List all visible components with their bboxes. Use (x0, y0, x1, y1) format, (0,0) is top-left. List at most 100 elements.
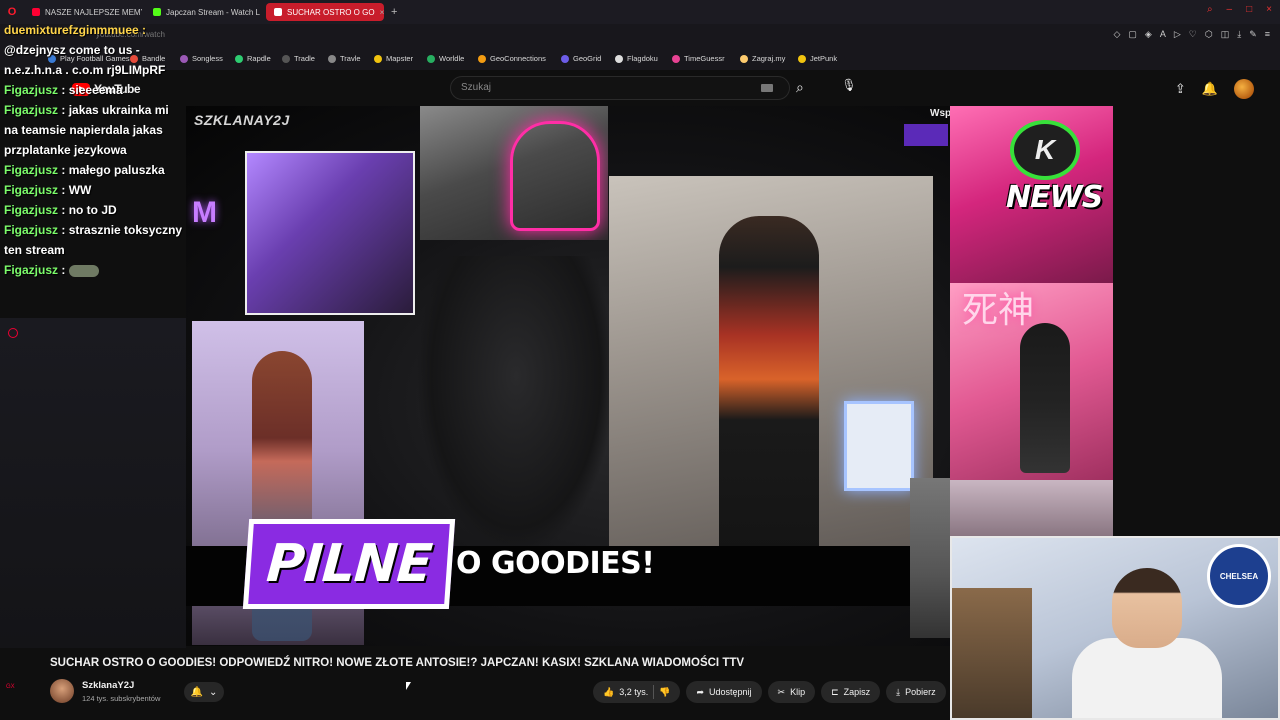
chat-message: Figazjusz : małego paluszka (4, 163, 165, 177)
subscribed-bell-button[interactable]: 🔔 ⌄ (184, 682, 224, 702)
clip-button[interactable]: ✂ Klip (767, 681, 816, 703)
opera-logo-icon[interactable]: O (0, 6, 24, 18)
pilne-banner: PILNE (242, 519, 456, 609)
tab-label: NASZE NAJLEPSZE MEMY (45, 7, 142, 17)
gaming-chair (416, 256, 616, 556)
video-title: SUCHAR OSTRO O GOODIES! ODPOWIEDŹ NITRO!… (50, 657, 745, 669)
cast-icon[interactable]: ▷ (1174, 29, 1181, 40)
bookmark-icon (478, 54, 486, 63)
bookmark-item[interactable]: Travle (328, 54, 361, 63)
webcam-pink-room: 死神 (950, 283, 1113, 480)
chat-username: Figazjusz (4, 223, 59, 237)
close-window-icon[interactable]: × (1266, 4, 1272, 15)
mouse-cursor-icon (406, 682, 411, 690)
snapshot-icon[interactable]: ▢ (1128, 29, 1137, 40)
bookmark-item[interactable]: GeoGrid (561, 54, 601, 63)
download-icon[interactable]: ⤓ (1237, 29, 1241, 40)
chat-message: Figazjusz : no to JD (4, 203, 117, 217)
bookmark-item[interactable]: JetPunk (798, 54, 837, 63)
youtube-favicon-icon (32, 8, 40, 16)
upload-icon[interactable]: ⇪ (1175, 81, 1186, 97)
share-button[interactable]: ➦ Udostępnij (686, 681, 762, 703)
bookmark-item[interactable]: Tradle (282, 54, 315, 63)
microphone-icon[interactable]: 🎙 (840, 78, 858, 96)
translate-icon[interactable]: A (1160, 29, 1166, 40)
video-actions: 👍 3,2 tys. 👎 ➦ Udostępnij ✂ Klip ⊏ Zapis… (593, 681, 946, 703)
news-overlay: K NEWS (950, 106, 1113, 283)
sidebar-icon[interactable] (8, 328, 18, 338)
browser-tab-1[interactable]: NASZE NAJLEPSZE MEMY (24, 3, 142, 21)
bookmark-item[interactable]: GeoConnections (478, 54, 546, 63)
divider (653, 685, 655, 699)
chat-text: sieeeema (68, 83, 123, 97)
youtube-favicon-icon (274, 8, 282, 16)
bookmark-icon[interactable]: ◇ (1113, 29, 1120, 40)
close-tab-icon[interactable]: × (380, 8, 384, 17)
bookmark-item[interactable]: Zagraj.my (740, 54, 785, 63)
tab-label: Japczan Stream - Watch L (166, 7, 260, 17)
bookmark-item[interactable]: Rapdle (235, 54, 271, 63)
notifications-bell-icon[interactable]: 🔔 (1202, 81, 1218, 97)
chat-text: @dzejnysz come to us - n.e.z.h.n.a . c.o… (4, 43, 166, 77)
streamer-figure (1020, 323, 1070, 473)
kick-favicon-icon (153, 8, 161, 16)
bookmark-item[interactable]: Flagdoku (615, 54, 658, 63)
webcam-overlay-2 (420, 106, 608, 240)
channel-avatar[interactable] (50, 679, 74, 703)
bookmark-item[interactable]: Worldle (427, 54, 464, 63)
browser-tab-2[interactable]: Japczan Stream - Watch L (145, 3, 263, 21)
chat-message: Figazjusz : strasznie toksyczny ten stre… (4, 223, 183, 257)
channel-watermark: SZKLANAY2J (194, 112, 290, 128)
heart-icon[interactable]: ♡ (1189, 29, 1197, 40)
news-logo-icon: K (1010, 120, 1080, 180)
extensions-icon[interactable]: ⬡ (1205, 29, 1213, 40)
minimize-icon[interactable]: – (1227, 4, 1233, 15)
search-icon[interactable]: ⌕ (796, 79, 804, 96)
left-sidebar (0, 318, 186, 648)
account-avatar[interactable] (1234, 79, 1254, 99)
chat-username: Figazjusz (4, 263, 59, 277)
dancing-streamer-figure (719, 216, 819, 556)
bookmark-icon (282, 54, 290, 63)
bookmark-item[interactable]: TimeGuessr (672, 54, 725, 63)
video-player[interactable]: SZKLANAY2J M Wsp PILNE O GOODIES! (186, 106, 950, 646)
streamer-webcam: CHELSEA (950, 536, 1280, 720)
m-logo-icon: M (192, 196, 217, 229)
keyboard-icon[interactable] (761, 84, 773, 92)
streamer-head (1112, 568, 1182, 648)
neon-kanji-sign: 死神 (962, 290, 1035, 331)
save-button[interactable]: ⊏ Zapisz (821, 681, 881, 703)
like-dislike-button[interactable]: 👍 3,2 tys. 👎 (593, 681, 681, 703)
maximize-icon[interactable]: □ (1246, 4, 1252, 15)
chat-text: małego paluszka (68, 163, 165, 177)
scissors-icon: ✂ (777, 686, 786, 697)
search-tabs-icon[interactable]: ⌕ (1207, 4, 1213, 15)
new-tab-button[interactable]: + (387, 6, 401, 18)
sidebar-badge: GX (6, 684, 15, 690)
webcam-overlay-1 (245, 151, 415, 315)
window-controls: ⌕ – □ × (1207, 4, 1272, 15)
chat-message: Figazjusz : (0, 260, 188, 280)
address-bar: youtube.com/watch ◇ ▢ ◈ A ▷ ♡ ⬡ ◫ ⤓ ✎ ≡ (0, 24, 1280, 48)
bookmark-icon (427, 54, 435, 63)
menu-icon[interactable]: ≡ (1265, 29, 1270, 40)
subscriber-count: 124 tys. subskrybentów (82, 694, 161, 703)
thumbs-down-icon[interactable]: 👎 (659, 687, 670, 698)
wallet-icon[interactable]: ◫ (1221, 29, 1230, 40)
chat-message: Figazjusz : jakas ukrainka mi na teamsie… (4, 103, 169, 157)
shield-icon[interactable]: ◈ (1145, 29, 1152, 40)
ai-icon[interactable]: ✎ (1249, 29, 1257, 40)
search-input[interactable]: Szukaj (450, 76, 790, 100)
channel-name[interactable]: SzklanaY2J (82, 680, 134, 691)
bookmark-icon (798, 54, 806, 63)
download-button[interactable]: ⤓ Pobierz (886, 681, 946, 703)
bookmark-item[interactable]: Mapster (374, 54, 413, 63)
pepe-emote-icon (68, 264, 99, 277)
like-count: 3,2 tys. (619, 687, 649, 697)
browser-tab-active[interactable]: SUCHAR OSTRO O GO × (266, 3, 384, 21)
chat-username: Figazjusz (4, 203, 59, 217)
banner-text: O GOODIES! (456, 546, 655, 581)
thumbs-up-icon[interactable]: 👍 (603, 687, 614, 698)
pilne-label: PILNE (264, 534, 434, 594)
bookmark-icon (615, 54, 623, 63)
